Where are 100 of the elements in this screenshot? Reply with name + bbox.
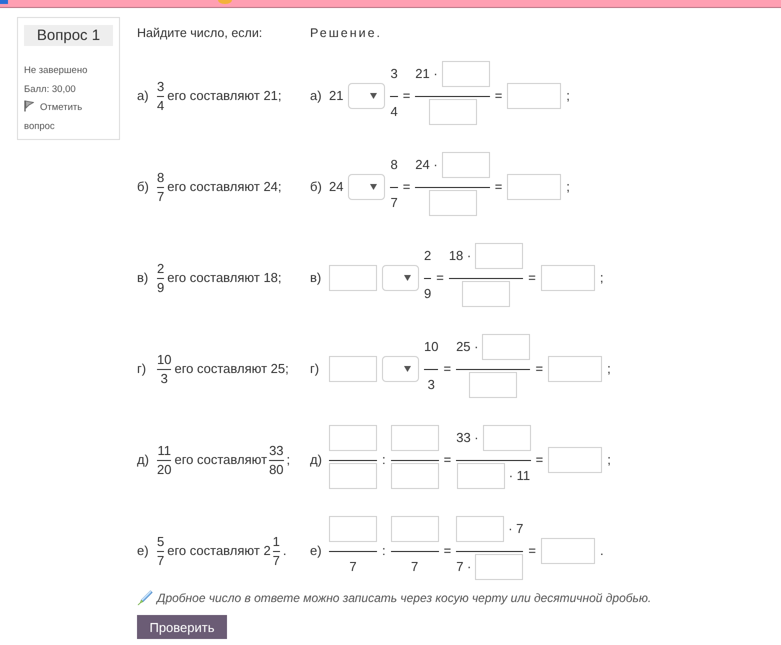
item-label: д) [310, 452, 323, 468]
item-label: в) [310, 270, 322, 286]
denominator-text: 3 [428, 377, 435, 393]
numerator-text: 8 [157, 170, 164, 184]
task-prompt: Найдите число, если: [137, 25, 262, 41]
answer-box[interactable] [428, 190, 476, 216]
numerator-text: 2 [157, 262, 164, 276]
caret-icon [370, 93, 378, 99]
answer-box[interactable] [329, 463, 377, 489]
math-text: = [443, 361, 452, 377]
numerator-text: 8 [390, 157, 398, 173]
dropdown-select[interactable] [348, 83, 386, 109]
answer-box[interactable] [390, 425, 439, 451]
math-text: = [402, 179, 410, 195]
math-text: = [528, 270, 536, 286]
numerator-text: 33 · [456, 430, 479, 446]
dropdown-select[interactable] [348, 174, 386, 200]
numerator-text: 10 [424, 339, 438, 355]
numerator-text: · 7 [508, 521, 524, 537]
math-text: ; [566, 88, 570, 104]
math-text: 21 [329, 88, 344, 104]
problem-text: ; [286, 452, 290, 468]
item-label: а) [310, 88, 323, 104]
denominator-text: 7 [411, 559, 418, 575]
answer-box[interactable] [456, 516, 504, 542]
item-label: е) [137, 543, 150, 559]
solution-heading: Решение. [310, 25, 382, 41]
numerator-text: 33 [269, 444, 284, 458]
math-text: : [382, 452, 386, 468]
item-label: а) [137, 88, 150, 104]
answer-box[interactable] [329, 516, 377, 542]
answer-box[interactable] [329, 356, 377, 382]
problem-text: его составляют 24; [167, 179, 282, 195]
denominator-text: 7 · [456, 559, 472, 575]
denominator-text: 7 [349, 559, 357, 575]
numerator-text: 3 [390, 66, 398, 82]
flag-question-link[interactable]: Отметить вопрос [24, 99, 104, 136]
answer-box[interactable] [475, 243, 524, 269]
math-text: : [382, 543, 386, 559]
answer-box[interactable] [548, 356, 602, 382]
answer-box[interactable] [456, 463, 505, 489]
math-text: = [436, 270, 444, 286]
item-label: б) [137, 179, 150, 195]
answer-box[interactable] [540, 265, 595, 291]
answer-box[interactable] [469, 372, 518, 398]
math-text: = [444, 452, 452, 468]
problem-text: его составляют [174, 452, 268, 468]
math-text: = [535, 361, 544, 377]
status-text: Не завершено [24, 64, 88, 78]
answer-box[interactable] [428, 99, 476, 125]
dropdown-select[interactable] [382, 265, 419, 291]
answer-box[interactable] [442, 61, 490, 87]
denominator-text: 7 [272, 554, 280, 568]
item-label: е) [310, 543, 323, 559]
denominator-text: · 11 [508, 468, 530, 484]
numerator-text: 18 · [448, 248, 472, 264]
math-text: = [528, 543, 536, 559]
answer-box[interactable] [390, 516, 439, 542]
numerator-text: 21 · [415, 66, 438, 82]
numerator-text: 1 [272, 534, 280, 548]
answer-box[interactable] [507, 174, 562, 200]
denominator-text: 20 [157, 462, 172, 476]
answer-box[interactable] [548, 447, 602, 473]
dropdown-select[interactable] [382, 356, 419, 382]
answer-box[interactable] [390, 463, 439, 489]
answer-box[interactable] [329, 265, 377, 291]
numerator-text: 2 [424, 248, 432, 264]
item-label: б) [310, 179, 323, 195]
numerator-text: 11 [157, 444, 171, 458]
denominator-text: 7 [390, 195, 398, 211]
pencil-icon [137, 590, 153, 606]
answer-box[interactable] [482, 334, 530, 360]
answer-box[interactable] [442, 152, 490, 178]
denominator-text: 4 [390, 104, 398, 120]
answer-box[interactable] [329, 425, 377, 451]
denominator-text: 80 [269, 462, 284, 476]
square-icon [0, 0, 8, 4]
numerator-text: 3 [157, 80, 164, 94]
answer-box[interactable] [540, 538, 595, 564]
check-button[interactable]: Проверить [137, 615, 227, 639]
denominator-text: 9 [424, 286, 432, 302]
math-text: = [402, 88, 410, 104]
math-text: . [600, 543, 604, 559]
answer-box[interactable] [482, 425, 531, 451]
problem-text: его составляют 18; [167, 270, 282, 286]
math-text: 24 [329, 179, 344, 195]
math-text: = [536, 452, 544, 468]
item-label: г) [137, 361, 148, 377]
denominator-text: 3 [160, 372, 168, 386]
answer-box[interactable] [507, 83, 562, 109]
math-text: ; [600, 270, 604, 286]
answer-box[interactable] [475, 554, 524, 580]
flag-icon [24, 100, 34, 112]
math-text: ; [566, 179, 570, 195]
denominator-text: 4 [157, 98, 164, 112]
item-label: г) [310, 361, 320, 377]
math-text: ; [607, 452, 611, 468]
answer-box[interactable] [462, 281, 510, 307]
math-text: = [494, 179, 502, 195]
math-text: ; [607, 361, 611, 377]
